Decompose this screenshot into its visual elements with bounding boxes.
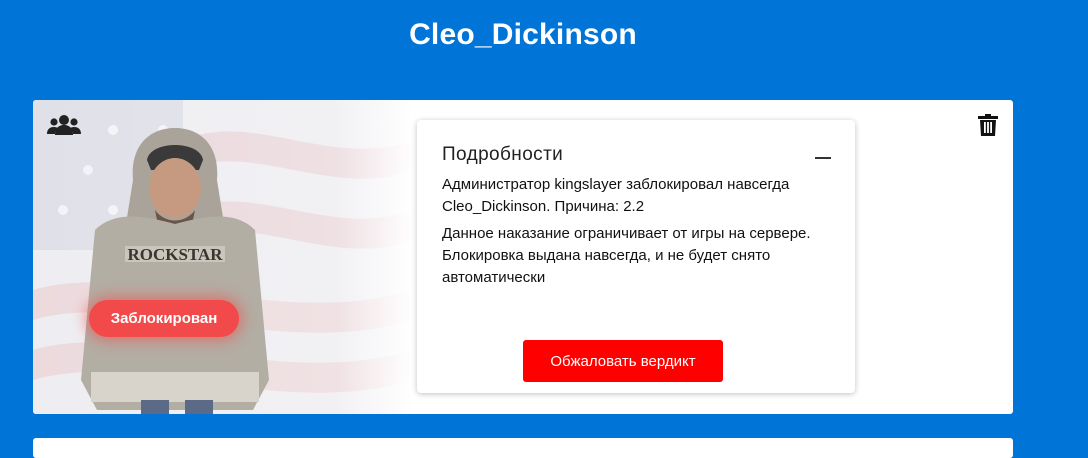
details-panel: Подробности Администратор kingslayer заб… [417, 120, 855, 393]
minus-icon[interactable] [815, 157, 831, 159]
users-group-icon[interactable] [47, 114, 81, 136]
details-title: Подробности [442, 144, 564, 165]
trash-icon[interactable] [978, 114, 998, 136]
svg-text:ROCKSTAR: ROCKSTAR [127, 245, 223, 264]
avatar: ROCKSTAR [81, 128, 269, 414]
status-badge: Заблокирован [89, 300, 239, 337]
page-title: Cleo_Dickinson [409, 18, 637, 51]
ban-explanation: Данное наказание ограничивает от игры на… [442, 225, 811, 286]
next-card [33, 438, 1013, 458]
ban-description: Администратор kingslayer заблокировал на… [442, 176, 790, 215]
appeal-verdict-button[interactable]: Обжаловать вердикт [523, 340, 723, 382]
punishment-card: ROCKSTAR Заблокирован Подробности Админи… [33, 100, 1013, 414]
